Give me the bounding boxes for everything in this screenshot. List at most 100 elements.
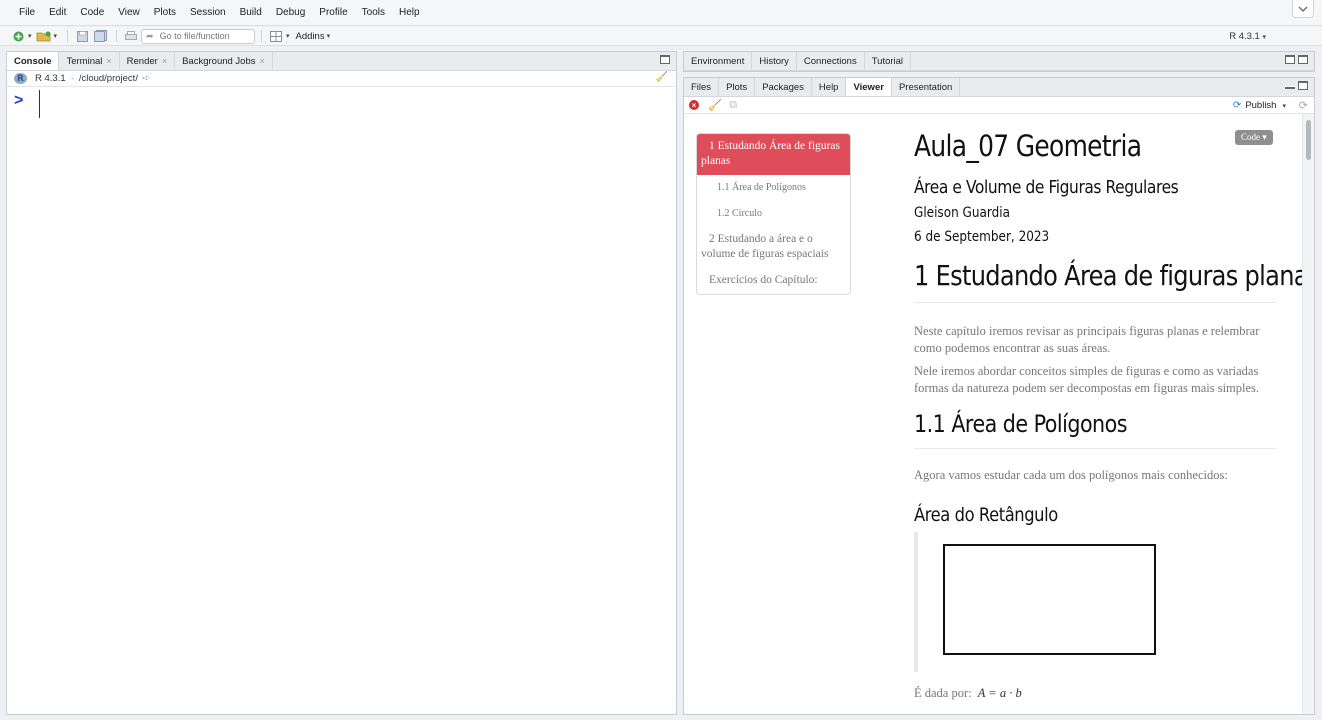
clear-viewer-icon[interactable]: 🧹: [707, 97, 723, 113]
new-file-dropdown-icon[interactable]: ▾: [28, 32, 32, 40]
console-input[interactable]: [39, 90, 40, 118]
tab-label: Background Jobs: [182, 55, 256, 67]
main-toolbar: ▾ ▾ ➦ Go to file/function ▾ Addins ▾ R 4…: [0, 27, 1322, 46]
tab-label: Help: [818, 81, 839, 93]
scrollbar-thumb[interactable]: [1306, 120, 1311, 160]
tab-label: Packages: [762, 81, 804, 93]
toc-item-area-poligonos[interactable]: 1.1 Área de Polígonos: [697, 175, 850, 201]
maximize-pane-icon[interactable]: [660, 55, 670, 64]
viewer-tabbar: Files Plots Packages Help Viewer Present…: [684, 78, 1314, 97]
menu-debug[interactable]: Debug: [269, 0, 312, 26]
collapse-toolbar-button[interactable]: [1292, 0, 1314, 18]
tab-packages[interactable]: Packages: [755, 78, 812, 96]
publish-button[interactable]: ⟳ Publish ▾: [1233, 97, 1290, 114]
tab-label: Console: [14, 55, 52, 67]
print-icon[interactable]: [123, 28, 139, 44]
paragraph: Nele iremos abordar conceitos simples de…: [914, 364, 1260, 395]
pane-layout-dropdown-icon[interactable]: ▾: [286, 32, 290, 40]
section-heading-1-1: 1.1 Área de Polígonos: [914, 410, 1127, 438]
goto-placeholder: Go to file/function: [159, 31, 230, 41]
heading-rule: [914, 302, 1276, 303]
viewer-content: 1 Estudando Área de figuras planas 1.1 Á…: [684, 114, 1302, 714]
paragraph: Neste capítulo iremos revisar as princip…: [914, 324, 1260, 355]
clear-console-icon[interactable]: 🧹: [656, 72, 668, 83]
addins-menu[interactable]: Addins: [296, 31, 325, 42]
close-icon[interactable]: ×: [162, 56, 167, 66]
maximize-pane-icon[interactable]: [1298, 81, 1308, 90]
minimize-pane-icon[interactable]: [1285, 86, 1295, 89]
toc-item-exercicios[interactable]: Exercícios do Capítulo:: [697, 268, 850, 294]
maximize-pane-icon[interactable]: [1298, 55, 1308, 64]
tab-plots[interactable]: Plots: [719, 78, 756, 96]
toc-item-estudando-area-planas[interactable]: 1 Estudando Área de figuras planas: [697, 134, 850, 175]
pane-layout-icon[interactable]: [268, 28, 284, 44]
restore-pane-icon[interactable]: [1285, 55, 1295, 64]
open-project-icon[interactable]: [36, 28, 52, 44]
stop-icon[interactable]: ×: [689, 100, 699, 110]
console-pane: Console Terminal × Render × Background Job…: [6, 51, 677, 715]
toolbar-divider: [261, 30, 263, 42]
tab-environment[interactable]: Environment: [684, 52, 753, 70]
menu-code[interactable]: Code: [73, 0, 111, 26]
table-of-contents: 1 Estudando Área de figuras planas 1.1 Á…: [696, 133, 851, 295]
menu-build[interactable]: Build: [233, 0, 269, 26]
formula-text: É dada por:: [914, 686, 972, 700]
viewer-toolbar: × 🧹 ⧉ ⟳ Publish ▾ ⟳: [684, 97, 1314, 114]
document-date: 6 de September, 2023: [914, 229, 1050, 245]
console-tabbar: Console Terminal × Render × Background Job…: [7, 52, 676, 71]
addins-dropdown-icon[interactable]: ▾: [327, 32, 331, 40]
tab-presentation[interactable]: Presentation: [892, 78, 961, 96]
r-version-dropdown-icon: ▾: [1262, 34, 1266, 41]
close-icon[interactable]: ×: [106, 56, 111, 66]
tab-label: Tutorial: [871, 55, 904, 67]
tab-help[interactable]: Help: [812, 78, 847, 96]
viewer-scrollbar[interactable]: [1302, 114, 1314, 714]
tab-label: History: [759, 55, 789, 67]
tab-tutorial[interactable]: Tutorial: [865, 52, 912, 70]
document-body: Aula_07 Geometria Área e Volume de Figur…: [914, 124, 1302, 701]
tab-label: Viewer: [853, 81, 884, 93]
tab-connections[interactable]: Connections: [797, 52, 865, 70]
rectangle-figure: [914, 532, 1276, 672]
viewer-pane: Files Plots Packages Help Viewer Present…: [683, 77, 1315, 715]
tab-console[interactable]: Console: [7, 52, 60, 70]
tab-background-jobs[interactable]: Background Jobs ×: [175, 52, 273, 70]
working-directory[interactable]: /cloud/project/: [79, 73, 138, 84]
new-file-icon[interactable]: [10, 28, 26, 44]
console-prompt: >: [14, 92, 24, 109]
tab-files[interactable]: Files: [684, 78, 720, 96]
refresh-icon[interactable]: ⟳: [1299, 99, 1308, 112]
section-heading-1: 1 Estudando Área de figuras planas: [914, 259, 1302, 292]
menu-file[interactable]: File: [12, 0, 42, 26]
tab-viewer[interactable]: Viewer: [846, 78, 892, 96]
document-author: Gleison Guardia: [914, 205, 1010, 221]
menu-plots[interactable]: Plots: [147, 0, 183, 26]
menu-profile[interactable]: Profile: [312, 0, 354, 26]
goto-file-function-input[interactable]: ➦ Go to file/function: [141, 28, 256, 44]
menu-tools[interactable]: Tools: [355, 0, 392, 26]
menu-edit[interactable]: Edit: [42, 0, 73, 26]
pane-controls: [660, 55, 670, 64]
close-icon[interactable]: ×: [260, 56, 265, 66]
menu-view[interactable]: View: [111, 0, 147, 26]
tab-label: Plots: [726, 81, 748, 93]
tab-history[interactable]: History: [752, 52, 797, 70]
rectangle-shape: [943, 544, 1156, 655]
menu-session[interactable]: Session: [183, 0, 233, 26]
save-all-icon[interactable]: [92, 28, 108, 44]
save-icon[interactable]: [74, 28, 90, 44]
publish-icon: ⟳: [1232, 100, 1242, 111]
console-info-bar: R R 4.3.1 · /cloud/project/ ➪: [7, 71, 676, 87]
r-version-menu[interactable]: R 4.3.1 ▾: [1229, 27, 1270, 47]
chevron-down-icon: [1298, 6, 1308, 12]
tab-render[interactable]: Render ×: [120, 52, 176, 70]
menu-help[interactable]: Help: [392, 0, 427, 26]
toc-item-estudando-area-volume[interactable]: 2 Estudando a área e o volume de figuras…: [697, 227, 850, 268]
show-in-window-icon[interactable]: ⧉: [725, 97, 741, 113]
tab-terminal[interactable]: Terminal ×: [59, 52, 120, 70]
pane-controls: [1285, 81, 1308, 90]
open-dropdown-icon[interactable]: ▾: [54, 32, 58, 40]
goto-directory-icon[interactable]: ➪: [142, 73, 150, 84]
environment-tabbar: Environment History Connections Tutorial: [684, 52, 1314, 71]
toc-item-circulo[interactable]: 1.2 Círculo: [697, 201, 850, 227]
